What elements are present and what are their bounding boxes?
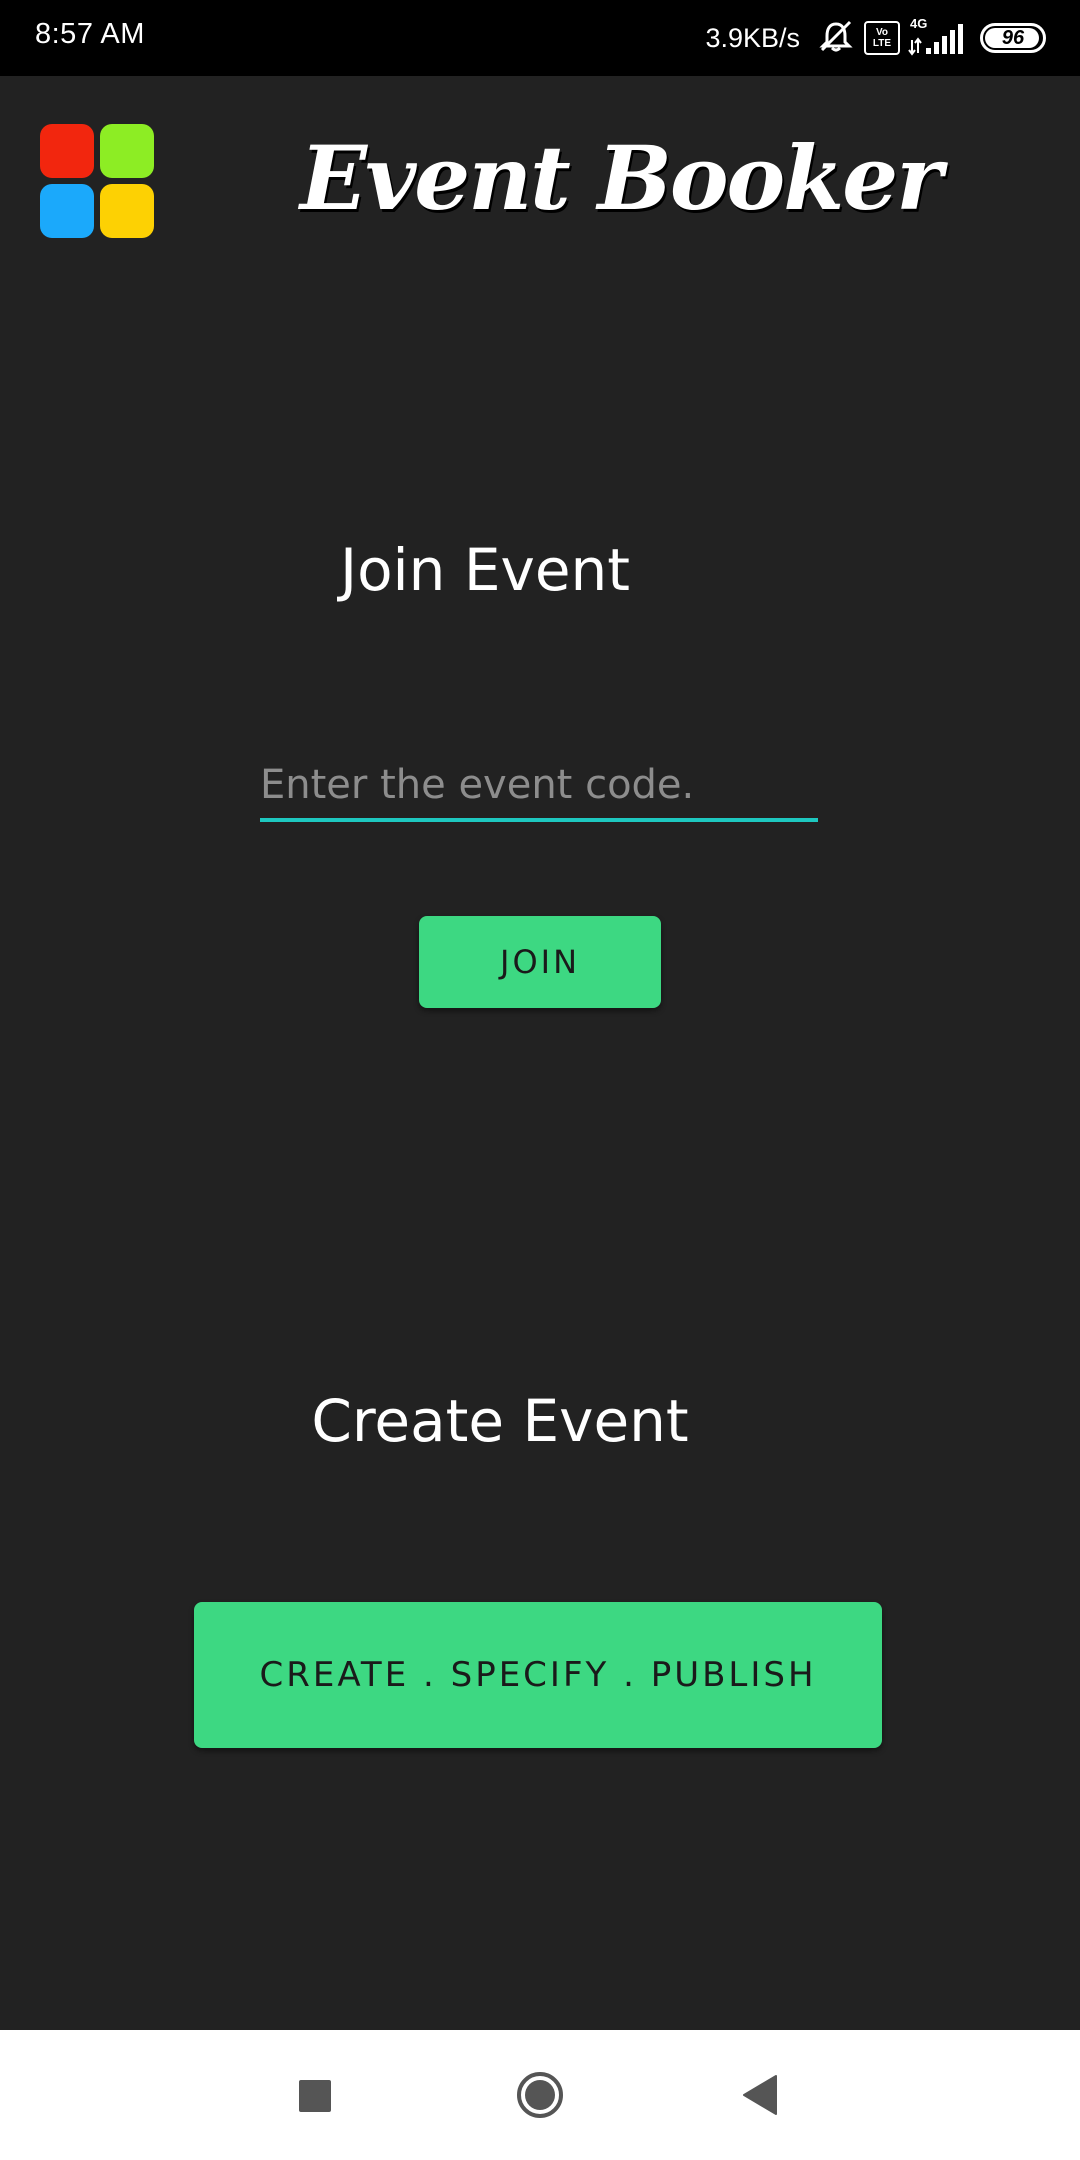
status-bar: 8:57 AM 3.9KB/s Vo LTE 4G 96 <box>0 0 1080 76</box>
network-speed: 3.9KB/s <box>705 22 800 53</box>
navigation-bar <box>0 2030 1080 2160</box>
bell-muted-icon <box>818 19 854 57</box>
logo-tile <box>40 184 94 238</box>
signal-icon: 4G <box>908 16 966 56</box>
status-time: 8:57 AM <box>35 18 145 50</box>
app-title: Event Booker <box>300 126 943 230</box>
status-icons: 3.9KB/s Vo LTE 4G 96 <box>705 16 1046 60</box>
back-triangle-icon[interactable] <box>742 2074 778 2116</box>
create-event-button[interactable]: CREATE . SPECIFY . PUBLISH <box>194 1602 882 1748</box>
battery-icon: 96 <box>980 23 1046 53</box>
home-circle-icon[interactable] <box>515 2070 565 2120</box>
join-event-heading: Join Event <box>339 536 631 604</box>
volte-top-text: Vo <box>875 27 889 38</box>
event-code-input[interactable] <box>260 752 818 822</box>
create-event-heading: Create Event <box>311 1387 689 1455</box>
logo-tile <box>40 124 94 178</box>
logo-tile <box>100 184 154 238</box>
app-logo <box>40 124 154 238</box>
battery-level: 96 <box>1001 26 1025 49</box>
volte-bottom-text: LTE <box>872 38 892 49</box>
volte-icon: Vo LTE <box>864 21 900 55</box>
join-button[interactable]: JOIN <box>419 916 661 1008</box>
logo-tile <box>100 124 154 178</box>
recents-square-icon[interactable] <box>299 2080 331 2112</box>
